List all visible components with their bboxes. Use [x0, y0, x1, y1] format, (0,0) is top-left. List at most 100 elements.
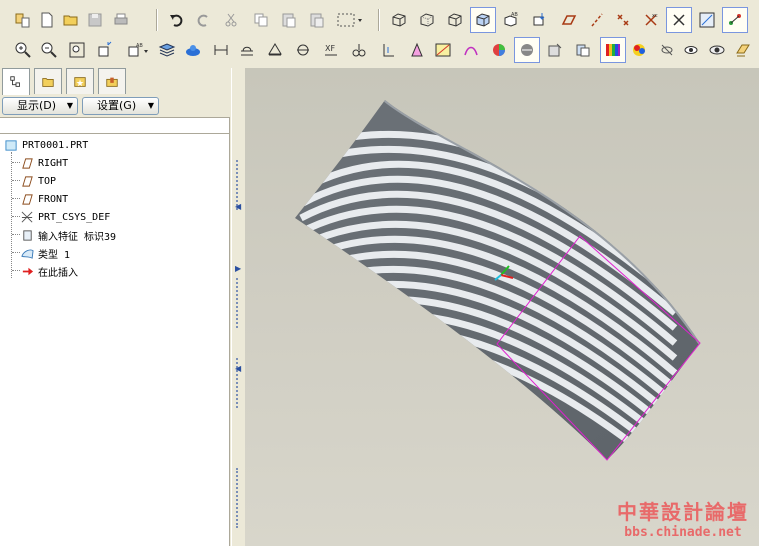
curvature-analysis-icon[interactable] [292, 39, 314, 61]
redo-icon[interactable] [192, 9, 214, 31]
graphics-viewport[interactable]: 中華設計論壇 bbs.chinade.net [245, 68, 759, 546]
collapse-left-arrow-icon[interactable]: ◀ [235, 364, 241, 373]
wireframe-icon[interactable] [444, 9, 466, 31]
open-folder-icon[interactable] [60, 9, 82, 31]
area-analysis-icon[interactable] [236, 39, 258, 61]
offset-analysis-icon[interactable] [378, 39, 400, 61]
tree-connector [11, 152, 12, 278]
show-icon[interactable] [680, 39, 702, 61]
transparency-icon[interactable] [572, 39, 594, 61]
hide-icon[interactable] [656, 39, 678, 61]
csys-display-icon[interactable]: xc [640, 9, 662, 31]
tab-folder-browser[interactable] [34, 68, 62, 94]
tree-item-csys[interactable]: PRT_CSYS_DEF [20, 209, 110, 225]
tree-item-label: 类型 1 [38, 249, 71, 261]
draft-analysis-icon[interactable] [406, 39, 428, 61]
display-menu-label: 显示(D) [17, 99, 57, 112]
measure-distance-icon[interactable] [210, 39, 232, 61]
selection-box-icon[interactable] [334, 9, 366, 31]
part-icon [4, 138, 18, 152]
surface-icon [20, 246, 34, 260]
datum-plane-icon [20, 174, 34, 188]
svg-text:xc: xc [652, 13, 658, 19]
undo-icon[interactable] [166, 9, 188, 31]
model-tree-panel: PRT0001.PRT RIGHT TOP FRONT PRT_CSYS_DEF… [0, 133, 230, 546]
collapse-left-arrow-icon[interactable]: ◀ [235, 202, 241, 211]
shading-icon[interactable] [470, 7, 496, 33]
color-bars-icon[interactable] [600, 37, 626, 63]
watermark-url: bbs.chinade.net [624, 525, 742, 540]
shadow-analysis-icon[interactable] [460, 39, 482, 61]
tree-item-front-plane[interactable]: FRONT [20, 191, 68, 207]
saved-view-list-icon[interactable]: AB [124, 39, 152, 61]
tab-connections[interactable] [98, 68, 126, 94]
settings-menu-button[interactable]: 设置(G) ▼ [82, 97, 159, 115]
new-from-template-icon[interactable] [12, 9, 34, 31]
datum-point-display-icon[interactable] [612, 9, 634, 31]
model-check-icon[interactable] [544, 39, 566, 61]
section-analysis-icon[interactable] [348, 39, 370, 61]
folder-browser-icon [42, 77, 54, 87]
navigator-tabs [2, 68, 132, 95]
datum-axis-display-icon[interactable] [586, 9, 608, 31]
saved-views-icon[interactable]: AB [500, 9, 522, 31]
refit-icon[interactable] [66, 39, 88, 61]
tree-item-root-part[interactable]: PRT0001.PRT [4, 137, 88, 153]
reorient-icon[interactable] [94, 39, 116, 61]
import-feature-icon [20, 228, 34, 242]
paste-special-icon[interactable] [306, 9, 328, 31]
print-icon[interactable] [110, 9, 132, 31]
no-hidden-icon[interactable] [388, 9, 410, 31]
zoom-in-icon[interactable] [12, 39, 34, 61]
model-tree-icon [10, 76, 20, 87]
color-spectrum-icon[interactable] [488, 39, 510, 61]
surface-model[interactable] [245, 68, 759, 546]
tab-model-tree[interactable] [2, 68, 30, 95]
paste-icon[interactable] [278, 9, 300, 31]
expand-right-arrow-icon[interactable]: ▶ [235, 264, 241, 273]
tree-item-label: 在此插入 [38, 267, 78, 279]
tree-item-label: 输入特征 标识39 [38, 231, 117, 243]
tab-favorites[interactable] [66, 68, 94, 94]
datum-plane-icon [20, 192, 34, 206]
chevron-down-icon: ▼ [66, 101, 73, 110]
view-manager-icon[interactable] [706, 39, 728, 61]
color-wheel-icon[interactable] [628, 39, 650, 61]
csys-toggle-icon[interactable] [666, 7, 692, 33]
tree-item-top-plane[interactable]: TOP [20, 173, 56, 189]
model-analysis-icon[interactable]: XF [320, 39, 342, 61]
datum-axis-down-icon[interactable] [528, 9, 550, 31]
tree-item-right-plane[interactable]: RIGHT [20, 155, 68, 171]
zoom-out-icon[interactable] [38, 39, 60, 61]
cut-icon[interactable] [220, 9, 242, 31]
reflection-analysis-icon[interactable] [432, 39, 454, 61]
annotation-display-icon[interactable] [722, 7, 748, 33]
tree-item-label: PRT0001.PRT [22, 139, 89, 151]
new-file-icon[interactable] [36, 9, 58, 31]
csys-icon [20, 210, 34, 224]
svg-text:AB: AB [511, 12, 518, 18]
connections-icon [106, 77, 118, 87]
tree-item-surface[interactable]: 类型 1 [20, 245, 70, 261]
svg-text:XF: XF [325, 44, 335, 53]
tree-item-import-feature[interactable]: 输入特征 标识39 [20, 227, 116, 243]
tree-item-label: FRONT [38, 193, 69, 205]
navigator-splitter[interactable]: ◀ ▶ ◀ [231, 68, 245, 546]
datum-plane-icon [20, 156, 34, 170]
toolbar-row-1: AB xc [0, 6, 759, 34]
tree-item-insert-here[interactable]: 在此插入 [20, 263, 78, 279]
diameter-analysis-icon[interactable] [264, 39, 286, 61]
chevron-down-icon: ▼ [147, 101, 154, 110]
display-menu-button[interactable]: 显示(D) ▼ [2, 97, 78, 115]
environment-map-icon[interactable] [514, 37, 540, 63]
hidden-line-icon[interactable] [416, 9, 438, 31]
save-icon[interactable] [84, 9, 106, 31]
appearance-icon[interactable] [182, 39, 204, 61]
tree-item-label: TOP [38, 175, 57, 187]
copy-icon[interactable] [250, 9, 272, 31]
datum-plane-display-icon[interactable] [558, 9, 580, 31]
spin-center-icon[interactable] [696, 9, 718, 31]
layers-icon[interactable] [156, 39, 178, 61]
tree-header-strip [0, 117, 230, 133]
layer-tree-icon[interactable] [732, 39, 754, 61]
